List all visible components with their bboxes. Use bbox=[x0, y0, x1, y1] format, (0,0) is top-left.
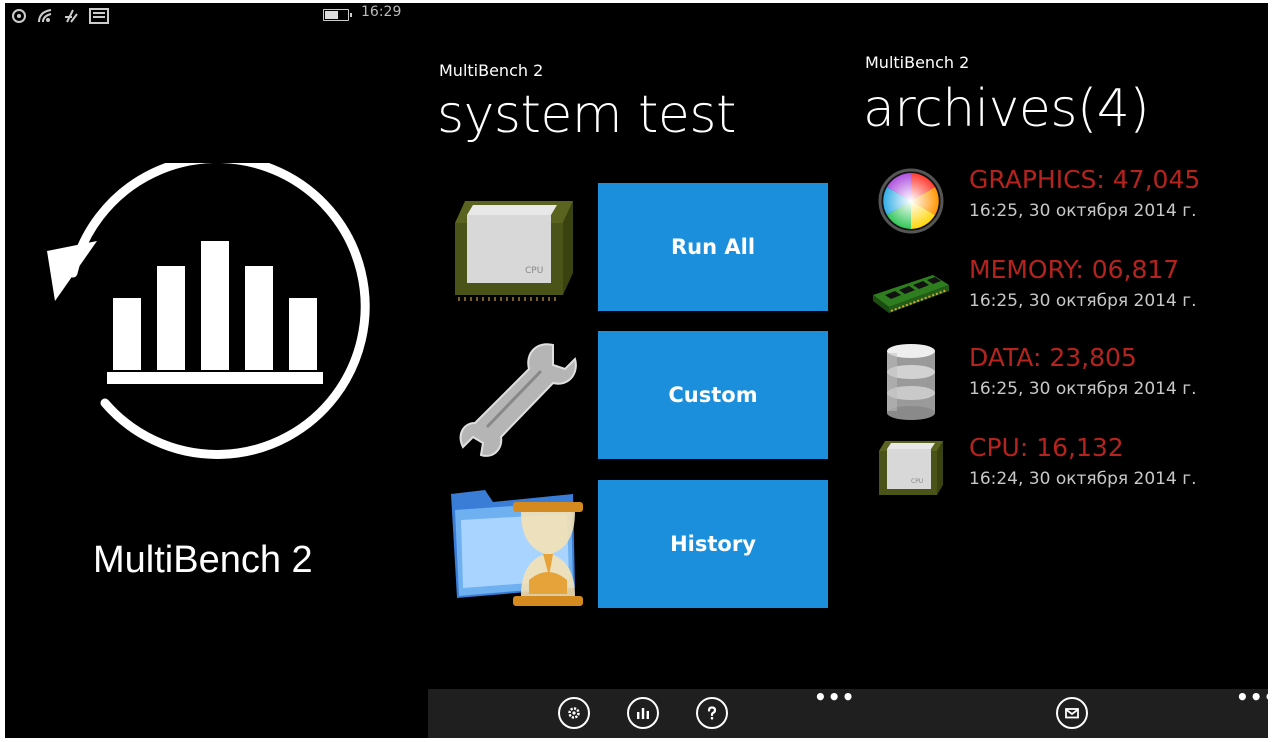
archive-date: 16:25, 30 октября 2014 г. bbox=[969, 201, 1197, 221]
settings-icon bbox=[568, 707, 580, 719]
more-dots-system[interactable]: ••• bbox=[814, 685, 855, 709]
color-wheel-icon bbox=[878, 168, 944, 234]
archive-title: GRAPHICS: 47,045 bbox=[969, 165, 1201, 194]
archive-date: 16:25, 30 октября 2014 г. bbox=[969, 291, 1197, 311]
system-test-app-label: MultiBench 2 bbox=[439, 61, 544, 80]
tile-row-custom: Custom bbox=[445, 331, 845, 466]
cpu-chip-icon: CPU bbox=[455, 201, 573, 301]
multibench-logo-icon bbox=[47, 163, 370, 459]
wrench-icon bbox=[459, 343, 577, 457]
more-dots-archives[interactable]: ••• bbox=[1236, 685, 1268, 709]
svg-text:CPU: CPU bbox=[911, 478, 923, 485]
notification-icon bbox=[89, 8, 109, 24]
archive-item-cpu[interactable]: CPU CPU: 16,132 16:24, 30 октября 2014 г… bbox=[871, 431, 1251, 511]
archive-date: 16:24, 30 октября 2014 г. bbox=[969, 469, 1197, 489]
archive-title: CPU: 16,132 bbox=[969, 433, 1124, 462]
help-icon bbox=[707, 706, 717, 720]
signal-icon bbox=[12, 9, 26, 23]
mail-button[interactable] bbox=[1056, 697, 1088, 729]
chart-icon bbox=[637, 708, 649, 719]
battery-icon bbox=[323, 9, 352, 21]
database-icon bbox=[887, 344, 935, 420]
archive-item-data[interactable]: DATA: 23,805 16:25, 30 октября 2014 г. bbox=[871, 341, 1251, 421]
tile-row-history: History bbox=[445, 480, 845, 615]
archives-app-label: MultiBench 2 bbox=[865, 53, 970, 72]
status-time: 16:29 bbox=[361, 4, 402, 20]
archive-title: DATA: 23,805 bbox=[969, 343, 1137, 372]
help-button[interactable] bbox=[696, 697, 728, 729]
ram-module-icon bbox=[873, 275, 949, 313]
folder-hourglass-icon bbox=[451, 490, 583, 606]
chart-button[interactable] bbox=[627, 697, 659, 729]
custom-button[interactable]: Custom bbox=[598, 331, 828, 459]
splash-app-name: MultiBench 2 bbox=[93, 539, 313, 581]
archive-item-graphics[interactable]: GRAPHICS: 47,045 16:25, 30 октября 2014 … bbox=[871, 163, 1251, 243]
device-frame: 16:29 MultiBench 2 MultiBench 2 system t… bbox=[0, 0, 1272, 742]
system-test-title: system test bbox=[437, 85, 736, 145]
tile-row-run-all: CPU Run All bbox=[445, 183, 845, 318]
wifi-icon bbox=[38, 9, 52, 23]
status-bar: 16:29 bbox=[5, 3, 425, 29]
run-all-button[interactable]: Run All bbox=[598, 183, 828, 311]
mail-icon bbox=[1065, 708, 1079, 719]
archives-title: archives(4) bbox=[863, 79, 1150, 139]
history-button[interactable]: History bbox=[598, 480, 828, 608]
phone-screen: 16:29 MultiBench 2 MultiBench 2 system t… bbox=[5, 3, 1268, 738]
cpu-chip-icon: CPU bbox=[879, 441, 943, 495]
data-transfer-icon bbox=[65, 9, 78, 23]
archive-item-memory[interactable]: MEMORY: 06,817 16:25, 30 октября 2014 г. bbox=[871, 253, 1251, 333]
archive-title: MEMORY: 06,817 bbox=[969, 255, 1180, 284]
app-bar: ••• ••• bbox=[428, 685, 1268, 738]
archive-date: 16:25, 30 октября 2014 г. bbox=[969, 379, 1197, 399]
svg-text:CPU: CPU bbox=[525, 266, 543, 276]
settings-button[interactable] bbox=[558, 697, 590, 729]
